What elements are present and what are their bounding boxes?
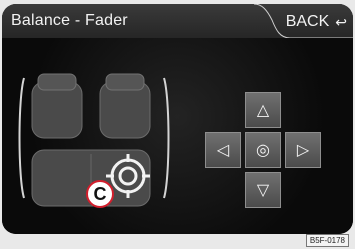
left-door-line	[18, 77, 25, 199]
right-icon: ▷	[296, 142, 310, 159]
right-door-line	[163, 77, 170, 199]
back-label: BACK	[285, 13, 330, 30]
up-icon: △	[256, 102, 270, 119]
front-left-seat-icon	[31, 73, 83, 139]
up-button[interactable]: △	[245, 92, 281, 128]
return-arrow-icon: ↩	[335, 13, 347, 30]
target-icon: ◎	[256, 142, 270, 159]
back-button[interactable]: BACK ↩	[255, 9, 347, 35]
left-icon: ◁	[216, 142, 230, 159]
left-button[interactable]: ◁	[205, 132, 241, 168]
down-button[interactable]: ▽	[245, 172, 281, 208]
page-title: Balance - Fader	[11, 12, 128, 29]
infotainment-screen: Balance - Fader BACK ↩ △ ◁ ◎ ▷ ▽	[2, 4, 353, 234]
frame: Balance - Fader BACK ↩ △ ◁ ◎ ▷ ▽ C B5F-0…	[0, 0, 355, 249]
front-right-seat-icon	[99, 73, 151, 139]
down-icon: ▽	[256, 182, 270, 199]
callout-c: C	[86, 180, 114, 208]
center-button[interactable]: ◎	[245, 132, 281, 168]
right-button[interactable]: ▷	[285, 132, 321, 168]
balance-fader-dpad: △ ◁ ◎ ▷ ▽	[205, 92, 321, 208]
header-bar: Balance - Fader BACK ↩	[2, 4, 353, 39]
image-code: B5F-0178	[305, 234, 349, 247]
content-area: △ ◁ ◎ ▷ ▽	[2, 38, 353, 234]
